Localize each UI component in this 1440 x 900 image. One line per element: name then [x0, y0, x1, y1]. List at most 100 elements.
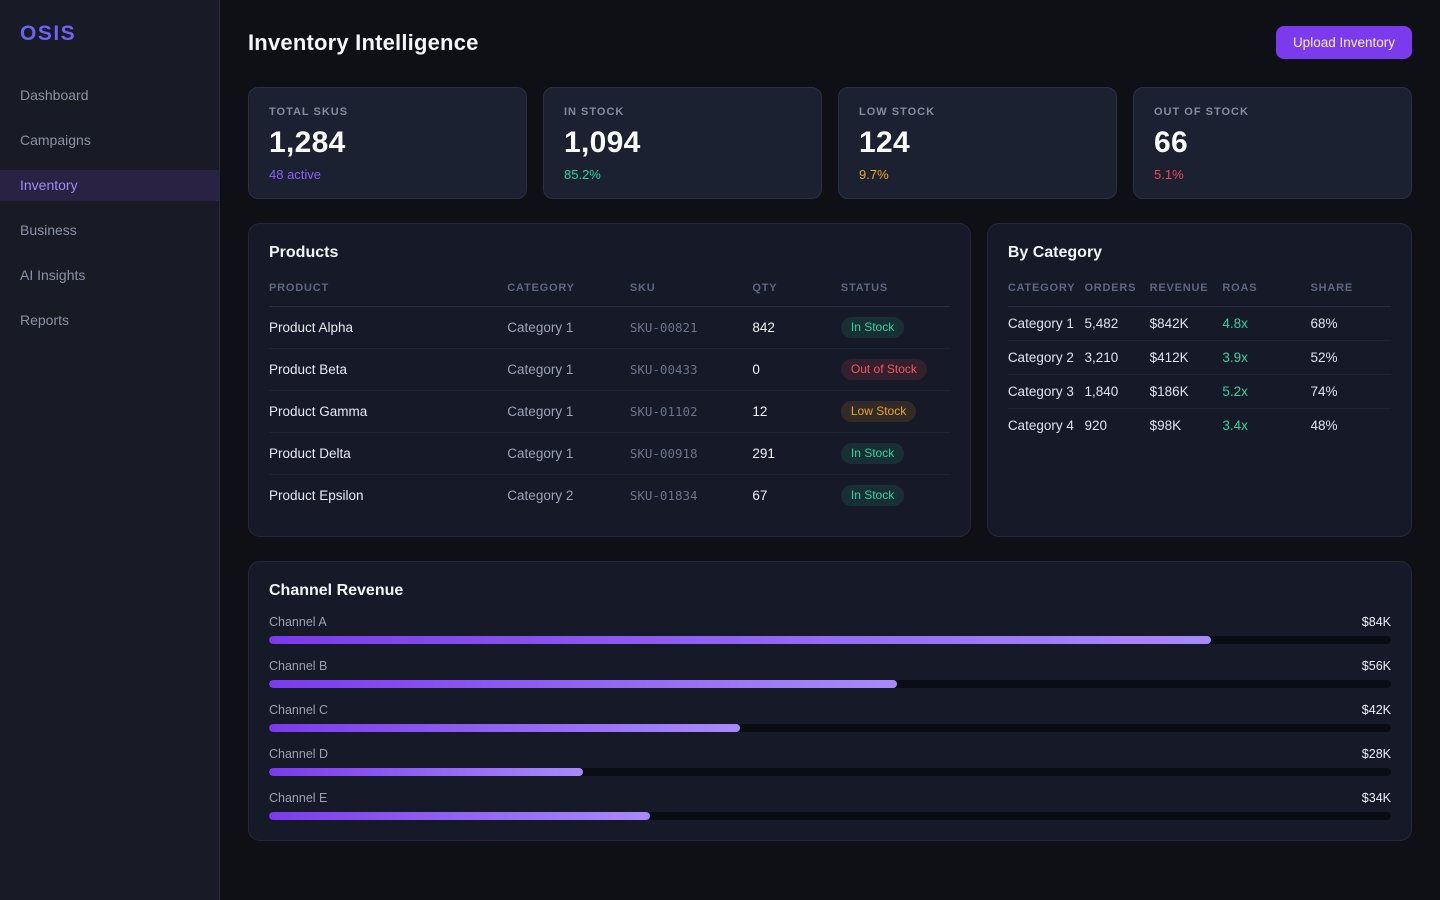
category-revenue: $412K	[1150, 341, 1223, 375]
middle-row: Products PRODUCT CATEGORY SKU QTY STATUS	[248, 223, 1412, 537]
channel-value: $28K	[1362, 747, 1391, 761]
stat-subtext: 5.1%	[1154, 167, 1391, 182]
product-qty: 842	[752, 307, 841, 349]
column-header-revenue: REVENUE	[1150, 268, 1223, 307]
category-orders: 3,210	[1084, 341, 1149, 375]
channel-label: Channel C	[269, 703, 328, 717]
app-logo: OSIS	[20, 22, 219, 46]
channel-value: $42K	[1362, 703, 1391, 717]
column-header-roas: ROAS	[1222, 268, 1310, 307]
sidebar-item-reports[interactable]: Reports	[0, 305, 219, 336]
channel-row: Channel D $28K	[269, 747, 1391, 776]
status-badge: In Stock	[841, 443, 904, 464]
channel-bar-fill	[269, 812, 650, 820]
column-header-status: STATUS	[841, 268, 950, 307]
product-category: Category 2	[507, 475, 630, 517]
column-header-share: SHARE	[1311, 268, 1392, 307]
product-category: Category 1	[507, 391, 630, 433]
channel-bar-fill	[269, 768, 583, 776]
category-revenue: $842K	[1150, 307, 1223, 341]
product-qty: 12	[752, 391, 841, 433]
stat-label: TOTAL SKUS	[269, 106, 506, 118]
product-category: Category 1	[507, 349, 630, 391]
main-content: Inventory Intelligence Upload Inventory …	[220, 0, 1440, 841]
table-row: Category 3 1,840 $186K 5.2x 74%	[1008, 375, 1391, 409]
channel-revenue-title: Channel Revenue	[269, 582, 1391, 600]
category-orders: 920	[1084, 409, 1149, 443]
table-row: Product Epsilon Category 2 SKU-01834 67 …	[269, 475, 950, 517]
product-qty: 67	[752, 475, 841, 517]
product-sku: SKU-00821	[630, 307, 753, 349]
column-header-qty: QTY	[752, 268, 841, 307]
sidebar: OSIS Dashboard Campaigns Inventory Busin…	[0, 0, 220, 900]
channel-value: $34K	[1362, 791, 1391, 805]
channel-label: Channel B	[269, 659, 327, 673]
stat-card-total-skus: TOTAL SKUS 1,284 48 active	[248, 87, 527, 199]
sidebar-item-dashboard[interactable]: Dashboard	[0, 80, 219, 111]
column-header-sku: SKU	[630, 268, 753, 307]
channel-row: Channel A $84K	[269, 615, 1391, 644]
category-roas: 4.8x	[1222, 307, 1310, 341]
category-roas: 3.4x	[1222, 409, 1310, 443]
category-revenue: $186K	[1150, 375, 1223, 409]
stat-label: LOW STOCK	[859, 106, 1096, 118]
stat-subtext: 85.2%	[564, 167, 801, 182]
category-name: Category 1	[1008, 307, 1085, 341]
by-category-table: CATEGORY ORDERS REVENUE ROAS SHARE Categ…	[1008, 268, 1391, 442]
table-row: Product Delta Category 1 SKU-00918 291 I…	[269, 433, 950, 475]
channel-bar-track	[269, 768, 1391, 776]
sidebar-item-ai-insights[interactable]: AI Insights	[0, 260, 219, 291]
column-header-category: CATEGORY	[507, 268, 630, 307]
table-row: Product Gamma Category 1 SKU-01102 12 Lo…	[269, 391, 950, 433]
product-sku: SKU-01102	[630, 391, 753, 433]
stat-card-low-stock: LOW STOCK 124 9.7%	[838, 87, 1117, 199]
product-name: Product Epsilon	[269, 475, 507, 517]
stat-subtext: 9.7%	[859, 167, 1096, 182]
status-badge: Low Stock	[841, 401, 916, 422]
category-share: 48%	[1311, 409, 1392, 443]
products-table-header: PRODUCT CATEGORY SKU QTY STATUS	[269, 268, 950, 307]
channel-value: $56K	[1362, 659, 1391, 673]
channel-row: Channel C $42K	[269, 703, 1391, 732]
stat-value: 66	[1154, 126, 1391, 160]
sidebar-item-inventory[interactable]: Inventory	[0, 170, 219, 201]
category-name: Category 4	[1008, 409, 1085, 443]
channel-bar-track	[269, 724, 1391, 732]
category-orders: 5,482	[1084, 307, 1149, 341]
channel-bar-fill	[269, 636, 1211, 644]
category-roas: 3.9x	[1222, 341, 1310, 375]
product-category: Category 1	[507, 433, 630, 475]
stat-cards: TOTAL SKUS 1,284 48 active IN STOCK 1,09…	[248, 87, 1412, 199]
channel-revenue-panel: Channel Revenue Channel A $84K Channel B…	[248, 561, 1412, 841]
product-sku: SKU-00433	[630, 349, 753, 391]
stat-value: 1,094	[564, 126, 801, 160]
stat-subtext: 48 active	[269, 167, 506, 182]
stat-value: 1,284	[269, 126, 506, 160]
category-roas: 5.2x	[1222, 375, 1310, 409]
product-sku: SKU-01834	[630, 475, 753, 517]
sidebar-item-campaigns[interactable]: Campaigns	[0, 125, 219, 156]
channel-bar-track	[269, 680, 1391, 688]
channel-value: $84K	[1362, 615, 1391, 629]
by-category-table-header: CATEGORY ORDERS REVENUE ROAS SHARE	[1008, 268, 1391, 307]
table-row: Product Alpha Category 1 SKU-00821 842 I…	[269, 307, 950, 349]
product-name: Product Beta	[269, 349, 507, 391]
table-row: Category 1 5,482 $842K 4.8x 68%	[1008, 307, 1391, 341]
stat-value: 124	[859, 126, 1096, 160]
column-header-orders: ORDERS	[1084, 268, 1149, 307]
products-panel: Products PRODUCT CATEGORY SKU QTY STATUS	[248, 223, 971, 537]
channel-label: Channel D	[269, 747, 328, 761]
category-share: 74%	[1311, 375, 1392, 409]
product-name: Product Alpha	[269, 307, 507, 349]
product-name: Product Gamma	[269, 391, 507, 433]
sidebar-item-business[interactable]: Business	[0, 215, 219, 246]
channel-label: Channel A	[269, 615, 327, 629]
category-name: Category 3	[1008, 375, 1085, 409]
category-share: 52%	[1311, 341, 1392, 375]
products-panel-title: Products	[269, 244, 950, 262]
category-revenue: $98K	[1150, 409, 1223, 443]
category-share: 68%	[1311, 307, 1392, 341]
upload-inventory-button[interactable]: Upload Inventory	[1276, 26, 1412, 59]
channel-row: Channel B $56K	[269, 659, 1391, 688]
page-header: Inventory Intelligence Upload Inventory	[248, 26, 1412, 59]
